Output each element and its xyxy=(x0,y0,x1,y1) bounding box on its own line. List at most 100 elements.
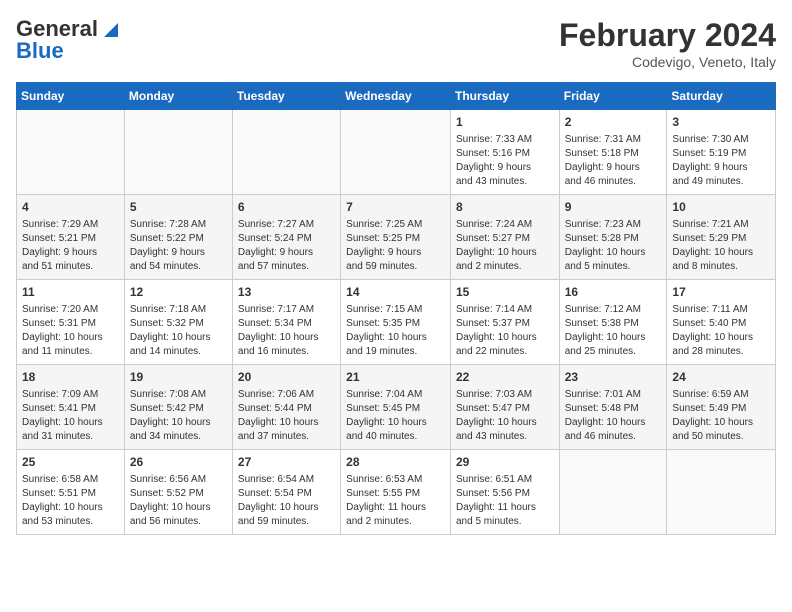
day-info: Sunrise: 7:18 AM Sunset: 5:32 PM Dayligh… xyxy=(130,303,227,359)
header-sunday: Sunday xyxy=(17,83,125,110)
day-info: Sunrise: 7:27 AM Sunset: 5:24 PM Dayligh… xyxy=(238,218,335,274)
day-info: Sunrise: 6:56 AM Sunset: 5:52 PM Dayligh… xyxy=(130,473,227,529)
day-info: Sunrise: 7:21 AM Sunset: 5:29 PM Dayligh… xyxy=(672,218,770,274)
calendar-cell xyxy=(124,110,232,195)
header-friday: Friday xyxy=(559,83,667,110)
day-info: Sunrise: 7:33 AM Sunset: 5:16 PM Dayligh… xyxy=(456,133,554,189)
day-number: 12 xyxy=(130,284,227,301)
day-info: Sunrise: 6:58 AM Sunset: 5:51 PM Dayligh… xyxy=(22,473,119,529)
calendar-cell xyxy=(232,110,340,195)
day-number: 26 xyxy=(130,454,227,471)
day-info: Sunrise: 7:08 AM Sunset: 5:42 PM Dayligh… xyxy=(130,388,227,444)
day-info: Sunrise: 7:12 AM Sunset: 5:38 PM Dayligh… xyxy=(565,303,662,359)
day-info: Sunrise: 7:03 AM Sunset: 5:47 PM Dayligh… xyxy=(456,388,554,444)
day-number: 4 xyxy=(22,199,119,216)
day-number: 16 xyxy=(565,284,662,301)
calendar-cell: 7 Sunrise: 7:25 AM Sunset: 5:25 PM Daylig… xyxy=(341,195,451,280)
header-thursday: Thursday xyxy=(450,83,559,110)
header-monday: Monday xyxy=(124,83,232,110)
calendar-cell: 25 Sunrise: 6:58 AM Sunset: 5:51 PM Dayli… xyxy=(17,450,125,535)
calendar-cell: 3 Sunrise: 7:30 AM Sunset: 5:19 PM Daylig… xyxy=(667,110,776,195)
day-number: 25 xyxy=(22,454,119,471)
day-info: Sunrise: 6:51 AM Sunset: 5:56 PM Dayligh… xyxy=(456,473,554,529)
day-number: 15 xyxy=(456,284,554,301)
day-number: 28 xyxy=(346,454,445,471)
logo-arrow-icon xyxy=(100,19,122,41)
calendar-table: SundayMondayTuesdayWednesdayThursdayFrid… xyxy=(16,82,776,535)
day-number: 21 xyxy=(346,369,445,386)
calendar-cell xyxy=(559,450,667,535)
day-number: 22 xyxy=(456,369,554,386)
day-info: Sunrise: 7:30 AM Sunset: 5:19 PM Dayligh… xyxy=(672,133,770,189)
calendar-cell xyxy=(667,450,776,535)
day-number: 18 xyxy=(22,369,119,386)
day-info: Sunrise: 7:11 AM Sunset: 5:40 PM Dayligh… xyxy=(672,303,770,359)
day-info: Sunrise: 6:54 AM Sunset: 5:54 PM Dayligh… xyxy=(238,473,335,529)
logo: General Blue xyxy=(16,16,122,64)
day-number: 19 xyxy=(130,369,227,386)
calendar-week-row: 11 Sunrise: 7:20 AM Sunset: 5:31 PM Dayli… xyxy=(17,280,776,365)
month-title: February 2024 xyxy=(559,16,776,54)
day-number: 3 xyxy=(672,114,770,131)
calendar-cell: 10Sunrise: 7:21 AM Sunset: 5:29 PM Dayli… xyxy=(667,195,776,280)
calendar-cell: 5 Sunrise: 7:28 AM Sunset: 5:22 PM Daylig… xyxy=(124,195,232,280)
calendar-cell: 20 Sunrise: 7:06 AM Sunset: 5:44 PM Dayli… xyxy=(232,365,340,450)
day-info: Sunrise: 7:24 AM Sunset: 5:27 PM Dayligh… xyxy=(456,218,554,274)
logo-blue: Blue xyxy=(16,38,64,64)
day-number: 13 xyxy=(238,284,335,301)
day-number: 2 xyxy=(565,114,662,131)
day-number: 1 xyxy=(456,114,554,131)
day-number: 6 xyxy=(238,199,335,216)
day-info: Sunrise: 7:01 AM Sunset: 5:48 PM Dayligh… xyxy=(565,388,662,444)
location: Codevigo, Veneto, Italy xyxy=(559,54,776,70)
calendar-cell: 9 Sunrise: 7:23 AM Sunset: 5:28 PM Daylig… xyxy=(559,195,667,280)
calendar-cell: 27 Sunrise: 6:54 AM Sunset: 5:54 PM Dayli… xyxy=(232,450,340,535)
day-info: Sunrise: 7:15 AM Sunset: 5:35 PM Dayligh… xyxy=(346,303,445,359)
day-info: Sunrise: 7:20 AM Sunset: 5:31 PM Dayligh… xyxy=(22,303,119,359)
calendar-cell: 11 Sunrise: 7:20 AM Sunset: 5:31 PM Dayli… xyxy=(17,280,125,365)
calendar-cell: 1 Sunrise: 7:33 AM Sunset: 5:16 PM Daylig… xyxy=(450,110,559,195)
calendar-cell xyxy=(341,110,451,195)
calendar-cell: 16 Sunrise: 7:12 AM Sunset: 5:38 PM Dayli… xyxy=(559,280,667,365)
calendar-week-row: 25 Sunrise: 6:58 AM Sunset: 5:51 PM Dayli… xyxy=(17,450,776,535)
calendar-cell xyxy=(17,110,125,195)
day-info: Sunrise: 7:28 AM Sunset: 5:22 PM Dayligh… xyxy=(130,218,227,274)
calendar-week-row: 1 Sunrise: 7:33 AM Sunset: 5:16 PM Daylig… xyxy=(17,110,776,195)
day-info: Sunrise: 6:53 AM Sunset: 5:55 PM Dayligh… xyxy=(346,473,445,529)
calendar-cell: 26 Sunrise: 6:56 AM Sunset: 5:52 PM Dayli… xyxy=(124,450,232,535)
calendar-cell: 22 Sunrise: 7:03 AM Sunset: 5:47 PM Dayli… xyxy=(450,365,559,450)
calendar-cell: 6 Sunrise: 7:27 AM Sunset: 5:24 PM Daylig… xyxy=(232,195,340,280)
calendar-cell: 2Sunrise: 7:31 AM Sunset: 5:18 PM Daylig… xyxy=(559,110,667,195)
day-number: 14 xyxy=(346,284,445,301)
calendar-cell: 21Sunrise: 7:04 AM Sunset: 5:45 PM Dayli… xyxy=(341,365,451,450)
calendar-cell: 8Sunrise: 7:24 AM Sunset: 5:27 PM Daylig… xyxy=(450,195,559,280)
day-number: 23 xyxy=(565,369,662,386)
page-header: General Blue February 2024 Codevigo, Ven… xyxy=(16,16,776,70)
day-number: 17 xyxy=(672,284,770,301)
day-number: 11 xyxy=(22,284,119,301)
calendar-cell: 15Sunrise: 7:14 AM Sunset: 5:37 PM Dayli… xyxy=(450,280,559,365)
day-info: Sunrise: 7:09 AM Sunset: 5:41 PM Dayligh… xyxy=(22,388,119,444)
day-info: Sunrise: 7:29 AM Sunset: 5:21 PM Dayligh… xyxy=(22,218,119,274)
calendar-cell: 29Sunrise: 6:51 AM Sunset: 5:56 PM Dayli… xyxy=(450,450,559,535)
day-number: 24 xyxy=(672,369,770,386)
calendar-week-row: 4 Sunrise: 7:29 AM Sunset: 5:21 PM Daylig… xyxy=(17,195,776,280)
calendar-cell: 18 Sunrise: 7:09 AM Sunset: 5:41 PM Dayli… xyxy=(17,365,125,450)
calendar-cell: 13 Sunrise: 7:17 AM Sunset: 5:34 PM Dayli… xyxy=(232,280,340,365)
header-saturday: Saturday xyxy=(667,83,776,110)
day-info: Sunrise: 7:25 AM Sunset: 5:25 PM Dayligh… xyxy=(346,218,445,274)
calendar-cell: 17 Sunrise: 7:11 AM Sunset: 5:40 PM Dayli… xyxy=(667,280,776,365)
day-number: 20 xyxy=(238,369,335,386)
calendar-cell: 14 Sunrise: 7:15 AM Sunset: 5:35 PM Dayli… xyxy=(341,280,451,365)
day-number: 27 xyxy=(238,454,335,471)
calendar-cell: 28 Sunrise: 6:53 AM Sunset: 5:55 PM Dayli… xyxy=(341,450,451,535)
calendar-cell: 23 Sunrise: 7:01 AM Sunset: 5:48 PM Dayli… xyxy=(559,365,667,450)
title-block: February 2024 Codevigo, Veneto, Italy xyxy=(559,16,776,70)
header-wednesday: Wednesday xyxy=(341,83,451,110)
day-number: 9 xyxy=(565,199,662,216)
day-number: 5 xyxy=(130,199,227,216)
day-number: 7 xyxy=(346,199,445,216)
day-info: Sunrise: 7:23 AM Sunset: 5:28 PM Dayligh… xyxy=(565,218,662,274)
day-info: Sunrise: 7:06 AM Sunset: 5:44 PM Dayligh… xyxy=(238,388,335,444)
day-info: Sunrise: 7:17 AM Sunset: 5:34 PM Dayligh… xyxy=(238,303,335,359)
